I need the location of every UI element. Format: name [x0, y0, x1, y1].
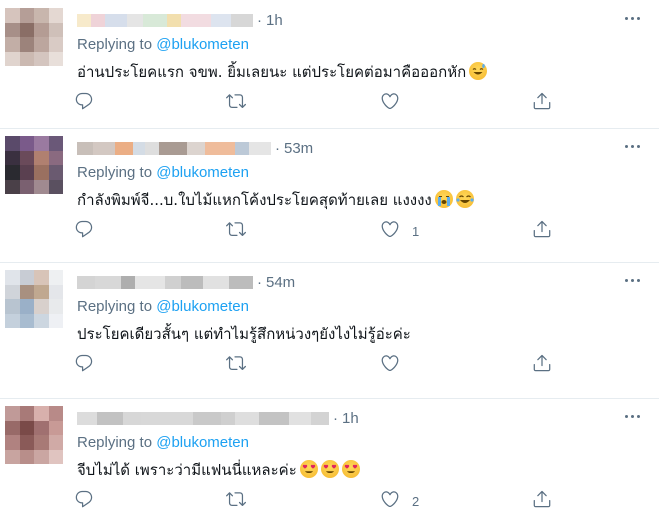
reply-button[interactable]	[74, 220, 94, 242]
replying-to-line: Replying to @blukometen	[77, 434, 249, 451]
grinning-sweat-emoji	[469, 62, 488, 80]
like-count: 2	[412, 493, 420, 509]
blurred-display-name[interactable]	[77, 275, 253, 289]
retweet-button[interactable]	[226, 354, 246, 376]
tweet-actions	[74, 354, 554, 376]
separator-dot: ·	[333, 409, 338, 427]
tweet-actions: 1	[74, 220, 554, 242]
replying-to-label: Replying to	[77, 298, 157, 315]
tweet-actions: 2	[74, 490, 554, 512]
tweet-header: · 1h	[77, 10, 283, 30]
share-button[interactable]	[532, 220, 552, 242]
separator-dot: ·	[257, 273, 262, 291]
retweet-icon	[226, 489, 246, 514]
avatar[interactable]	[5, 270, 63, 328]
reply-tweet[interactable]: · 53m Replying to @blukometen กำลังพิมพ์จี.…	[0, 128, 659, 263]
replying-to-line: Replying to @blukometen	[77, 298, 249, 315]
separator-dot: ·	[257, 11, 262, 29]
reply-tweet[interactable]: · 1h Replying to @blukometen จีบไม่ได้ เพรา…	[0, 398, 659, 531]
heart-eyes-emoji	[299, 460, 318, 478]
reply-icon	[74, 489, 94, 514]
heart-eyes-emoji	[320, 460, 339, 478]
timestamp[interactable]: 53m	[284, 140, 313, 157]
reply-tweet[interactable]: · 1h Replying to @blukometen อ่านประโยคแรก …	[0, 0, 659, 129]
tweet-text: ประโยคเดียวสั้นๆ แต่ทำไมรู้สึกหน่วงๆยังไ…	[77, 322, 411, 346]
share-icon	[532, 489, 552, 514]
replying-to-label: Replying to	[77, 164, 157, 181]
like-button[interactable]	[380, 354, 412, 376]
separator-dot: ·	[275, 139, 280, 157]
retweet-icon	[226, 219, 246, 244]
share-icon	[532, 353, 552, 378]
replying-to-line: Replying to @blukometen	[77, 164, 249, 181]
more-options-icon[interactable]	[619, 270, 645, 290]
avatar[interactable]	[5, 406, 63, 464]
tweet-text: จีบไม่ได้ เพราะว่ามีแฟนนี่แหละค่ะ	[77, 458, 360, 482]
tweet-actions	[74, 92, 554, 114]
share-button[interactable]	[532, 92, 552, 114]
blurred-display-name[interactable]	[77, 411, 329, 425]
reply-icon	[74, 91, 94, 116]
tweet-text: อ่านประโยคแรก จขพ. ยิ้มเลยนะ แต่ประโยคต่…	[77, 60, 488, 84]
tweet-text-content: จีบไม่ได้ เพราะว่ามีแฟนนี่แหละค่ะ	[77, 461, 297, 479]
mention-link[interactable]: @blukometen	[156, 164, 249, 181]
retweet-button[interactable]	[226, 490, 246, 512]
more-options-icon[interactable]	[619, 136, 645, 156]
retweet-icon	[226, 91, 246, 116]
avatar[interactable]	[5, 136, 63, 194]
timestamp[interactable]: 1h	[342, 410, 359, 427]
heart-icon	[380, 489, 400, 514]
replying-to-line: Replying to @blukometen	[77, 36, 249, 53]
tweet-text-content: กำลังพิมพ์จี...บ.ใบไม้แหกโค้งประโยคสุดท้…	[77, 191, 432, 209]
reply-button[interactable]	[74, 490, 94, 512]
reply-icon	[74, 219, 94, 244]
heart-icon	[380, 219, 400, 244]
like-count: 1	[412, 223, 420, 239]
blurred-display-name[interactable]	[77, 141, 271, 155]
reply-button[interactable]	[74, 354, 94, 376]
like-button[interactable]: 1	[380, 220, 419, 242]
mention-link[interactable]: @blukometen	[156, 434, 249, 451]
more-options-icon[interactable]	[619, 406, 645, 426]
share-icon	[532, 219, 552, 244]
more-options-icon[interactable]	[619, 8, 645, 28]
heart-icon	[380, 353, 400, 378]
blurred-display-name[interactable]	[77, 13, 253, 27]
like-button[interactable]: 2	[380, 490, 419, 512]
share-button[interactable]	[532, 354, 552, 376]
tweet-text-content: อ่านประโยคแรก จขพ. ยิ้มเลยนะ แต่ประโยคต่…	[77, 63, 467, 81]
reply-icon	[74, 353, 94, 378]
loudly-crying-emoji	[434, 190, 453, 208]
tweet-text: กำลังพิมพ์จี...บ.ใบไม้แหกโค้งประโยคสุดท้…	[77, 188, 474, 212]
tweet-text-content: ประโยคเดียวสั้นๆ แต่ทำไมรู้สึกหน่วงๆยังไ…	[77, 325, 411, 343]
replying-to-label: Replying to	[77, 36, 157, 53]
timestamp[interactable]: 1h	[266, 12, 283, 29]
heart-icon	[380, 91, 400, 116]
reply-button[interactable]	[74, 92, 94, 114]
tears-of-joy-emoji	[455, 190, 474, 208]
retweet-button[interactable]	[226, 92, 246, 114]
replying-to-label: Replying to	[77, 434, 157, 451]
share-icon	[532, 91, 552, 116]
like-button[interactable]	[380, 92, 412, 114]
reply-tweet[interactable]: · 54m Replying to @blukometen ประโยคเดียวสั…	[0, 262, 659, 399]
tweet-header: · 53m	[77, 138, 313, 158]
retweet-button[interactable]	[226, 220, 246, 242]
avatar[interactable]	[5, 8, 63, 66]
heart-eyes-emoji	[341, 460, 360, 478]
timestamp[interactable]: 54m	[266, 274, 295, 291]
retweet-icon	[226, 353, 246, 378]
share-button[interactable]	[532, 490, 552, 512]
mention-link[interactable]: @blukometen	[156, 36, 249, 53]
tweet-header: · 54m	[77, 272, 295, 292]
mention-link[interactable]: @blukometen	[156, 298, 249, 315]
tweet-header: · 1h	[77, 408, 359, 428]
